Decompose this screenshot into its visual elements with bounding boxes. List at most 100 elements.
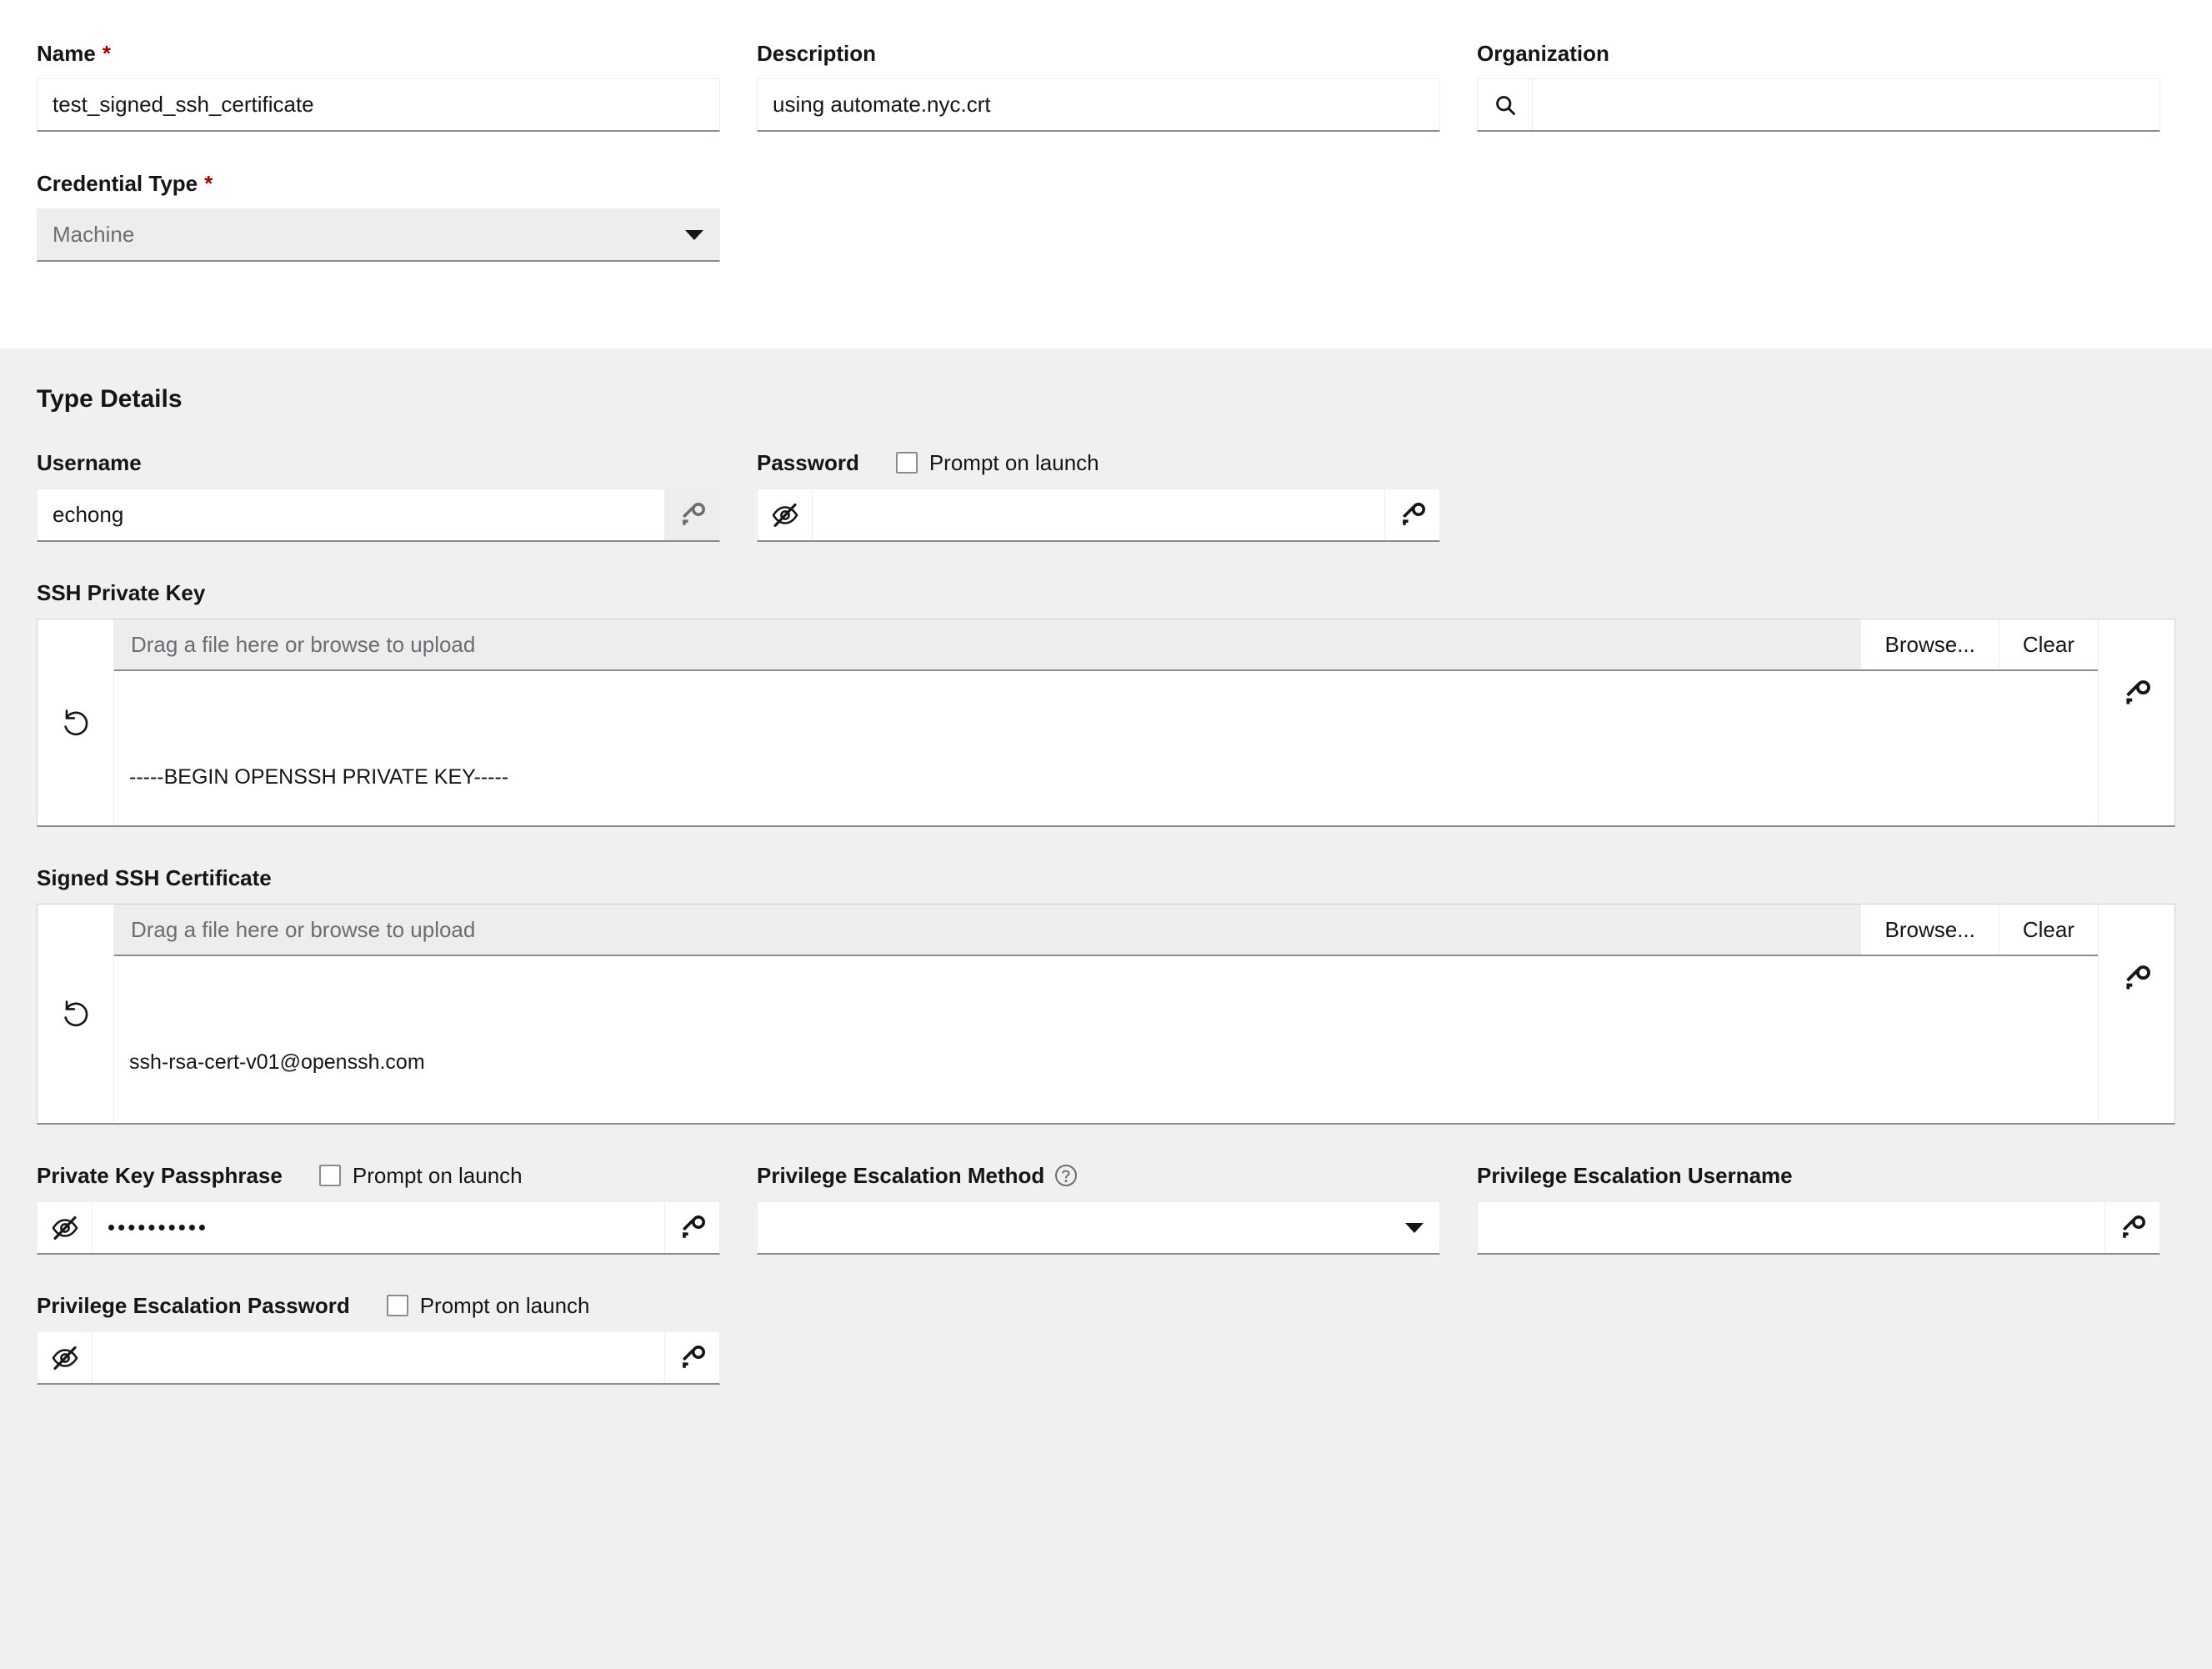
signed-ssh-certificate-dragrow[interactable]: Drag a file here or browse to upload Bro… [114,905,2098,956]
password-label-row: Password Prompt on launch [757,449,1440,477]
credential-type-select[interactable]: Machine [37,208,720,262]
passphrase-key-icon[interactable] [664,1202,719,1253]
type-details-title: Type Details [37,385,183,413]
help-circle-icon[interactable] [1054,1164,1078,1187]
chevron-down-icon [669,209,719,260]
password-key-icon[interactable] [1384,489,1439,540]
name-input[interactable]: test_signed_ssh_certificate [37,78,720,132]
passphrase-prompt-on-launch[interactable]: Prompt on launch [318,1162,523,1189]
password-prompt-checkbox[interactable] [895,452,918,474]
description-input-value: using automate.nyc.crt [773,92,991,117]
username-key-icon[interactable] [664,489,719,540]
private-key-passphrase-field-group: Private Key Passphrase Prompt on launch [37,1161,720,1255]
private-key-passphrase-label: Private Key Passphrase [37,1163,283,1188]
escalation-password-prompt-on-launch[interactable]: Prompt on launch [386,1292,590,1319]
private-key-passphrase-input[interactable]: •••••••••• [37,1201,720,1255]
name-field-group: Name * test_signed_ssh_certificate [37,40,720,132]
signed-ssh-certificate-clear-button[interactable]: Clear [1998,905,2098,955]
privilege-escalation-method-label-text: Privilege Escalation Method [757,1163,1045,1188]
credential-type-label-text: Credential Type [37,171,198,196]
privilege-escalation-method-field-group: Privilege Escalation Method [757,1161,1440,1255]
key-line: -----BEGIN OPENSSH PRIVATE KEY----- [129,765,509,789]
search-icon[interactable] [1478,79,1533,130]
signed-ssh-certificate-key-icon[interactable] [2098,905,2174,1123]
username-label-row: Username [37,449,720,477]
resize-handle[interactable] [2079,1106,2094,1121]
username-input[interactable]: echong [37,489,720,542]
escalation-password-key-icon[interactable] [664,1332,719,1383]
username-password-row: Username echong Password Prompt on launc… [37,449,2175,542]
cert-line: ssh-rsa-cert-v01@openssh.com [129,1050,425,1074]
signed-ssh-certificate-placeholder: Drag a file here or browse to upload [131,916,476,942]
private-key-passphrase-label-row: Private Key Passphrase Prompt on launch [37,1161,720,1190]
ssh-private-key-stack: Drag a file here or browse to upload Bro… [114,619,2098,825]
passphrase-prompt-checkbox[interactable] [318,1165,341,1186]
ssh-private-key-textarea[interactable]: -----BEGIN OPENSSH PRIVATE KEY----- b3Bl… [114,671,2098,825]
username-input-value: echong [53,502,124,527]
eye-slash-icon[interactable] [38,1332,93,1383]
credential-form-page: Name * test_signed_ssh_certificate Descr… [0,0,2212,1669]
privilege-escalation-method-label-row: Privilege Escalation Method [757,1161,1440,1190]
password-input-value [813,489,1384,540]
organization-input[interactable] [1477,78,2160,132]
signed-ssh-certificate-upload: Drag a file here or browse to upload Bro… [37,904,2175,1125]
username-field-group: Username echong [37,449,720,542]
escalation-password-prompt-label: Prompt on launch [419,1292,590,1318]
password-input[interactable] [757,489,1440,542]
password-field-group: Password Prompt on launch [757,449,1440,542]
description-input[interactable]: using automate.nyc.crt [757,78,1440,132]
eye-slash-icon[interactable] [38,1202,93,1253]
description-label: Description [757,40,1440,67]
credential-type-required-asterisk: * [204,171,213,196]
signed-ssh-certificate-field-group: Signed SSH Certificate Drag a file here … [37,864,2175,1125]
escalation-password-prompt-checkbox[interactable] [386,1295,408,1316]
ssh-private-key-browse-button[interactable]: Browse... [1860,619,1999,669]
password-label: Password [757,450,859,475]
privilege-escalation-username-key-icon[interactable] [2104,1202,2159,1253]
ssh-private-key-dragrow[interactable]: Drag a file here or browse to upload Bro… [114,619,2098,671]
privilege-escalation-username-field-group: Privilege Escalation Username [1477,1161,2160,1255]
signed-ssh-certificate-browse-button[interactable]: Browse... [1860,905,1999,955]
private-key-passphrase-value: •••••••••• [108,1215,209,1240]
ssh-private-key-key-icon[interactable] [2098,619,2174,825]
privilege-escalation-password-value [93,1332,664,1383]
organization-label: Organization [1477,40,2160,67]
credential-type-field-group: Credential Type * Machine [37,170,720,262]
privilege-escalation-method-value [758,1202,1389,1253]
chevron-down-icon [1389,1202,1439,1253]
signed-ssh-certificate-label: Signed SSH Certificate [37,865,272,890]
ssh-private-key-clear-button[interactable]: Clear [1998,619,2098,669]
privilege-escalation-username-input[interactable] [1477,1201,2160,1255]
signed-ssh-certificate-textarea[interactable]: ssh-rsa-cert-v01@openssh.com AAAAHHNzaC1… [114,956,2098,1123]
description-field-group: Description using automate.nyc.crt [757,40,1440,132]
password-prompt-on-launch[interactable]: Prompt on launch [895,449,1099,476]
privilege-escalation-username-label-row: Privilege Escalation Username [1477,1161,2160,1190]
revert-icon[interactable] [38,905,114,1123]
username-label: Username [37,450,142,475]
credential-type-label: Credential Type * [37,170,720,197]
eye-slash-icon[interactable] [758,489,813,540]
signed-ssh-certificate-stack: Drag a file here or browse to upload Bro… [114,905,2098,1123]
revert-icon[interactable] [38,619,114,825]
name-required-asterisk: * [102,41,111,66]
privilege-escalation-password-field-group: Privilege Escalation Password Prompt on … [37,1291,720,1385]
privilege-escalation-username-value [1478,1202,2104,1253]
ssh-private-key-label: SSH Private Key [37,580,206,605]
resize-handle[interactable] [2079,809,2094,824]
privilege-escalation-password-input[interactable] [37,1331,720,1385]
privilege-escalation-password-label: Privilege Escalation Password [37,1293,350,1318]
privilege-escalation-username-label: Privilege Escalation Username [1477,1163,1793,1188]
organization-label-text: Organization [1477,41,1609,66]
organization-input-value [1533,79,2159,130]
password-prompt-label: Prompt on launch [928,449,1099,475]
name-input-value: test_signed_ssh_certificate [53,92,314,117]
basic-fields-row: Name * test_signed_ssh_certificate Descr… [37,40,2175,132]
privilege-escalation-method-select[interactable] [757,1201,1440,1255]
privilege-escalation-password-row: Privilege Escalation Password Prompt on … [37,1291,2175,1385]
ssh-private-key-field-group: SSH Private Key Drag a file here or brow… [37,579,2175,827]
type-details-section: Type Details Username echong Password Pr… [0,348,2212,1669]
ssh-private-key-upload: Drag a file here or browse to upload Bro… [37,619,2175,827]
passphrase-prompt-label: Prompt on launch [352,1162,523,1188]
privilege-escalation-method-label: Privilege Escalation Method [757,1162,1078,1189]
name-label-text: Name [37,41,96,66]
